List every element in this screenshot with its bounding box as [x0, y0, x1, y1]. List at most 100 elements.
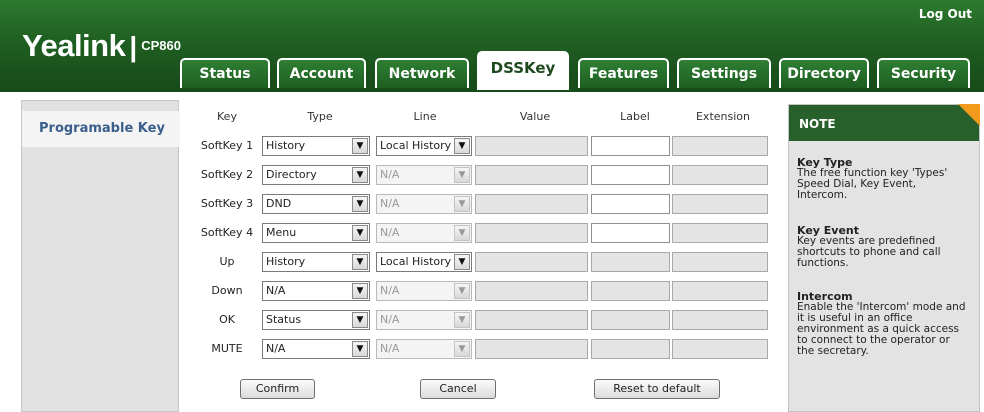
line-select[interactable]: N/A ▼ [376, 339, 472, 359]
key-label: SoftKey 3 [200, 197, 254, 210]
key-label: Up [219, 255, 235, 268]
column-header-key: Key [217, 110, 237, 123]
line-select-value: Local History [380, 255, 452, 268]
note-title: NOTE [789, 105, 979, 141]
chevron-down-icon: ▼ [352, 225, 368, 241]
extension-input[interactable] [672, 136, 768, 156]
line-select[interactable]: Local History ▼ [376, 252, 472, 272]
note-section-intercom: Intercom Enable the 'Intercom' mode and … [797, 291, 977, 357]
chevron-down-icon: ▼ [352, 167, 368, 183]
line-select[interactable]: N/A ▼ [376, 165, 472, 185]
column-header-line: Line [413, 110, 437, 123]
type-select-value: N/A [266, 284, 286, 297]
note-panel: NOTE Key Type The free function key 'Typ… [788, 104, 980, 412]
type-select[interactable]: DND ▼ [262, 194, 370, 214]
note-line: Intercom. [797, 189, 848, 201]
label-input[interactable] [591, 136, 670, 156]
label-input[interactable] [591, 165, 670, 185]
tab-account[interactable]: Account [277, 58, 366, 88]
extension-input[interactable] [672, 194, 768, 214]
chevron-down-icon: ▼ [352, 254, 368, 270]
tab-security[interactable]: Security [877, 58, 970, 88]
reset-to-default-button[interactable]: Reset to default [594, 379, 720, 399]
chevron-down-icon: ▼ [352, 138, 368, 154]
chevron-down-icon: ▼ [454, 283, 470, 299]
note-line: the secretary. [797, 345, 869, 357]
cancel-button[interactable]: Cancel [420, 379, 496, 399]
chevron-down-icon: ▼ [352, 283, 368, 299]
chevron-down-icon: ▼ [454, 196, 470, 212]
key-label: MUTE [211, 342, 243, 355]
extension-input[interactable] [672, 310, 768, 330]
line-select-value: Local History [380, 139, 452, 152]
line-select[interactable]: N/A ▼ [376, 223, 472, 243]
label-input[interactable] [591, 252, 670, 272]
value-input[interactable] [475, 281, 588, 301]
tab-features[interactable]: Features [578, 58, 669, 88]
chevron-down-icon: ▼ [352, 312, 368, 328]
label-input[interactable] [591, 339, 670, 359]
type-select-value: History [266, 139, 306, 152]
chevron-down-icon: ▼ [352, 196, 368, 212]
line-select[interactable]: N/A ▼ [376, 281, 472, 301]
value-input[interactable] [475, 223, 588, 243]
key-label: Down [211, 284, 243, 297]
type-select-value: History [266, 255, 306, 268]
chevron-down-icon: ▼ [454, 138, 470, 154]
type-select[interactable]: Directory ▼ [262, 165, 370, 185]
chevron-down-icon: ▼ [454, 341, 470, 357]
value-input[interactable] [475, 252, 588, 272]
extension-input[interactable] [672, 165, 768, 185]
type-select[interactable]: History ▼ [262, 136, 370, 156]
line-select-value: N/A [380, 226, 400, 239]
extension-input[interactable] [672, 252, 768, 272]
line-select-value: N/A [380, 284, 400, 297]
tab-network[interactable]: Network [375, 58, 469, 88]
type-select[interactable]: Menu ▼ [262, 223, 370, 243]
sidebar-item-programable-key[interactable]: Programable Key [22, 111, 180, 147]
label-input[interactable] [591, 281, 670, 301]
type-select[interactable]: N/A ▼ [262, 281, 370, 301]
tab-directory[interactable]: Directory [779, 58, 869, 88]
type-select-value: Status [266, 313, 302, 326]
value-input[interactable] [475, 339, 588, 359]
note-section-key-type: Key Type The free function key 'Types' S… [797, 157, 977, 201]
type-select[interactable]: History ▼ [262, 252, 370, 272]
label-input[interactable] [591, 194, 670, 214]
value-input[interactable] [475, 136, 588, 156]
extension-input[interactable] [672, 281, 768, 301]
tab-settings[interactable]: Settings [677, 58, 771, 88]
chevron-down-icon: ▼ [352, 341, 368, 357]
key-label: SoftKey 1 [200, 139, 254, 152]
extension-input[interactable] [672, 339, 768, 359]
chevron-down-icon: ▼ [454, 225, 470, 241]
dsskey-form: Key Type Line Value Label Extension Soft… [182, 100, 780, 412]
value-input[interactable] [475, 165, 588, 185]
line-select-value: N/A [380, 197, 400, 210]
line-select[interactable]: Local History ▼ [376, 136, 472, 156]
type-select-value: DND [266, 197, 292, 210]
type-select-value: Menu [266, 226, 297, 239]
extension-input[interactable] [672, 223, 768, 243]
type-select[interactable]: N/A ▼ [262, 339, 370, 359]
chevron-down-icon: ▼ [454, 167, 470, 183]
key-label: OK [219, 313, 235, 326]
type-select-value: Directory [266, 168, 317, 181]
value-input[interactable] [475, 310, 588, 330]
column-header-label: Label [620, 110, 650, 123]
value-input[interactable] [475, 194, 588, 214]
note-corner-decoration [958, 104, 980, 126]
label-input[interactable] [591, 310, 670, 330]
line-select[interactable]: N/A ▼ [376, 194, 472, 214]
confirm-button[interactable]: Confirm [240, 379, 315, 399]
line-select[interactable]: N/A ▼ [376, 310, 472, 330]
note-line: functions. [797, 257, 849, 269]
label-input[interactable] [591, 223, 670, 243]
sidebar: Programable Key [21, 100, 180, 412]
key-label: SoftKey 2 [200, 168, 254, 181]
line-select-value: N/A [380, 168, 400, 181]
tab-dsskey[interactable]: DSSKey [477, 51, 569, 90]
type-select[interactable]: Status ▼ [262, 310, 370, 330]
line-select-value: N/A [380, 342, 400, 355]
tab-status[interactable]: Status [180, 58, 270, 88]
